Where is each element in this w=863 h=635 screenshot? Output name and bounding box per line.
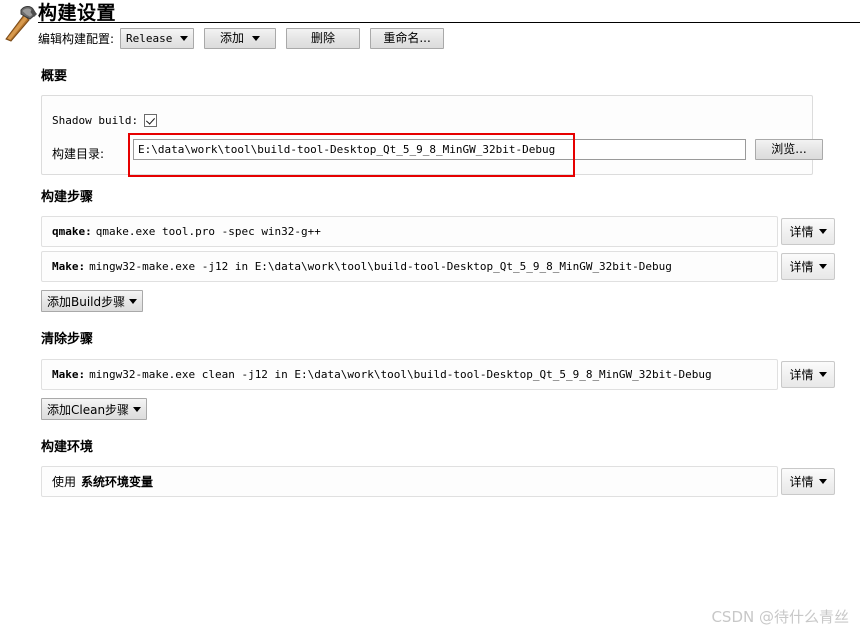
chevron-down-icon (252, 35, 261, 41)
add-configuration-label: 添加 (220, 30, 245, 45)
delete-configuration-button[interactable]: 删除 (286, 27, 361, 49)
shadow-build-row: Shadow build: (52, 112, 158, 128)
chevron-down-icon (818, 264, 827, 269)
clean-step-details-button[interactable]: 详情 (781, 361, 835, 388)
build-environment-row[interactable]: 使用 系统环境变量 (41, 466, 778, 497)
details-label: 详情 (789, 225, 814, 239)
build-step-row[interactable]: qmake: qmake.exe tool.pro -spec win32-g+… (41, 216, 778, 247)
add-clean-step-button[interactable]: 添加Clean步骤 (41, 398, 148, 420)
chevron-down-icon (818, 372, 827, 377)
clean-step-row[interactable]: Make: mingw32-make.exe clean -j12 in E:\… (41, 359, 778, 390)
summary-panel (41, 95, 813, 175)
build-step-kind: Make: (52, 260, 86, 273)
details-label: 详情 (789, 368, 814, 382)
build-configuration-value: Release (126, 31, 173, 45)
clean-step-kind: Make: (52, 368, 86, 381)
shadow-build-label: Shadow build: (52, 113, 139, 127)
build-environment-heading: 构建环境 (41, 440, 94, 455)
add-configuration-button[interactable]: 添加 (204, 27, 277, 49)
build-step-command: mingw32-make.exe -j12 in E:\data\work\to… (89, 260, 672, 273)
chevron-down-icon (818, 229, 827, 234)
edit-build-configuration-row: 编辑构建配置: Release 添加 删除 重命名... (38, 27, 454, 49)
shadow-build-checkbox[interactable] (144, 113, 158, 127)
build-environment-use-label: 使用 (52, 475, 77, 489)
build-step-row[interactable]: Make: mingw32-make.exe -j12 in E:\data\w… (41, 251, 778, 282)
build-step-details-button[interactable]: 详情 (781, 253, 835, 280)
chevron-down-icon (818, 479, 827, 484)
build-steps-heading: 构建步骤 (41, 190, 94, 205)
delete-configuration-label: 删除 (311, 30, 336, 45)
details-label: 详情 (789, 475, 814, 489)
chevron-down-icon (133, 406, 142, 412)
build-environment-value: 系统环境变量 (81, 475, 154, 489)
add-build-step-label: 添加Build步骤 (47, 294, 126, 309)
watermark: CSDN @待什么青丝 (711, 608, 849, 626)
rename-configuration-button[interactable]: 重命名... (370, 27, 445, 49)
build-environment-details-button[interactable]: 详情 (781, 468, 835, 495)
add-clean-step-label: 添加Clean步骤 (47, 402, 130, 417)
summary-heading: 概要 (41, 69, 68, 84)
clean-steps-heading: 清除步骤 (41, 332, 94, 347)
build-directory-label: 构建目录: (52, 147, 105, 161)
build-step-kind: qmake: (52, 225, 92, 238)
details-label: 详情 (789, 260, 814, 274)
chevron-down-icon (180, 35, 189, 41)
browse-button[interactable]: 浏览... (755, 139, 823, 160)
build-configuration-select[interactable]: Release (120, 27, 195, 49)
build-step-command: qmake.exe tool.pro -spec win32-g++ (95, 225, 321, 238)
chevron-down-icon (129, 298, 138, 304)
build-directory-input[interactable]: E:\data\work\tool\build-tool-Desktop_Qt_… (133, 139, 746, 160)
title-divider (38, 22, 860, 23)
edit-build-configuration-label: 编辑构建配置: (38, 31, 115, 46)
add-build-step-button[interactable]: 添加Build步骤 (41, 290, 144, 312)
rename-configuration-label: 重命名... (383, 30, 431, 45)
build-step-details-button[interactable]: 详情 (781, 218, 835, 245)
hammer-icon (5, 6, 37, 42)
browse-label: 浏览... (771, 142, 807, 156)
clean-step-command: mingw32-make.exe clean -j12 in E:\data\w… (89, 368, 712, 381)
